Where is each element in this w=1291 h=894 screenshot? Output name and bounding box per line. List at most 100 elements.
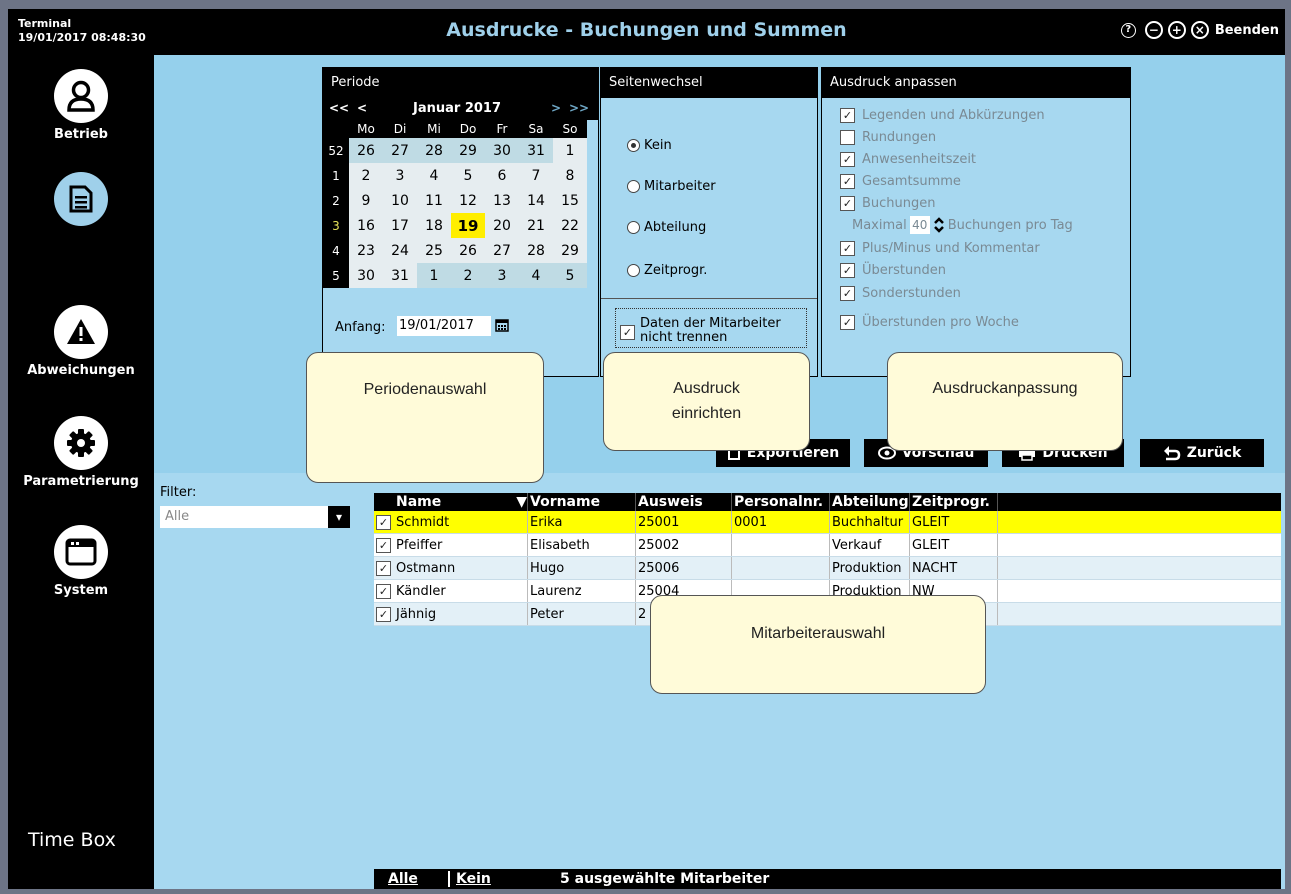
table-row[interactable]: ✓ Schmidt Erika 25001 0001 Buchhaltur GL… [374,511,1281,534]
sidebar-item-abweichungen[interactable]: Abweichungen [8,305,154,378]
spinner-icon[interactable] [933,217,945,233]
option-anwesenheit[interactable]: ✓ Anwesenheitszeit [840,152,976,167]
option-ueberstunden-woche[interactable]: ✓ Überstunden pro Woche [840,315,1019,330]
calendar-day[interactable]: 28 [519,238,553,263]
table-row[interactable]: ✓ Pfeiffer Elisabeth 25002 Verkauf GLEIT [374,534,1281,557]
calendar-day[interactable]: 27 [383,138,417,163]
row-checkbox[interactable]: ✓ [374,511,394,533]
calendar-day[interactable]: 24 [383,238,417,263]
back-button[interactable]: Zurück [1140,439,1264,467]
calendar-first-button[interactable]: << [329,101,349,115]
calendar-icon[interactable] [495,318,509,332]
option-plusminus[interactable]: ✓ Plus/Minus und Kommentar [840,241,1040,256]
row-checkbox[interactable]: ✓ [374,603,394,625]
table-row[interactable]: ✓ Ostmann Hugo 25006 Produktion NACHT [374,557,1281,580]
calendar-day[interactable]: 29 [553,238,587,263]
calendar-day[interactable]: 5 [553,263,587,288]
exit-button[interactable]: Beenden [1215,23,1279,38]
week-number[interactable]: 5 [323,263,349,288]
calendar-day[interactable]: 21 [519,213,553,238]
calendar-day[interactable]: 20 [485,213,519,238]
option-ueberstunden[interactable]: ✓ Überstunden [840,263,946,278]
calendar-day[interactable]: 30 [349,263,383,288]
radio-abteilung[interactable]: Abteilung [627,220,706,235]
calendar-day[interactable]: 30 [485,138,519,163]
calendar-day[interactable]: 8 [553,163,587,188]
sidebar-item-betrieb[interactable]: Betrieb [8,69,154,142]
option-legenden[interactable]: ✓ Legenden und Abkürzungen [840,108,1045,123]
help-icon[interactable]: ? [1120,22,1136,38]
calendar-prev-button[interactable]: < [357,101,367,115]
callout-ausdruck-einrichten: Ausdruck einrichten [603,352,810,451]
row-checkbox[interactable]: ✓ [374,534,394,556]
week-number[interactable]: 3 [323,213,349,238]
calendar-day[interactable]: 4 [519,263,553,288]
filter-select[interactable]: Alle ▾ [160,506,350,528]
max-bookings-input[interactable]: 40 [909,216,930,234]
week-number[interactable]: 1 [323,163,349,188]
calendar-day[interactable]: 25 [417,238,451,263]
nosplit-checkbox[interactable]: ✓ Daten der Mitarbeiter nicht trennen [615,308,807,348]
select-none-link[interactable]: Kein [448,871,491,887]
radio-kein[interactable]: Kein [627,138,672,153]
chevron-down-icon[interactable]: ▾ [328,506,350,528]
zoom-out-icon[interactable]: − [1144,21,1163,39]
calendar-day[interactable]: 4 [417,163,451,188]
sidebar-item-ausdrucke[interactable] [8,172,154,226]
sidebar-item-system[interactable]: System [8,525,154,598]
calendar-day[interactable]: 28 [417,138,451,163]
calendar-day[interactable]: 1 [417,263,451,288]
calendar-day[interactable]: 2 [451,263,485,288]
calendar-day[interactable]: 18 [417,213,451,238]
calendar-day[interactable]: 17 [383,213,417,238]
calendar-day[interactable]: 27 [485,238,519,263]
column-header-ausweis[interactable]: Ausweis [636,493,732,511]
calendar-day-selected[interactable]: 19 [451,213,485,238]
week-number[interactable]: 52 [323,138,349,163]
calendar-day[interactable]: 16 [349,213,383,238]
start-date-input[interactable]: 19/01/2017 [397,316,491,336]
week-number[interactable]: 2 [323,188,349,213]
calendar-next-button[interactable]: > [551,101,561,115]
calendar-day[interactable]: 6 [485,163,519,188]
calendar-day[interactable]: 31 [383,263,417,288]
option-sonderstunden[interactable]: ✓ Sonderstunden [840,286,961,301]
calendar-day[interactable]: 9 [349,188,383,213]
calendar-day[interactable]: 31 [519,138,553,163]
option-rundungen[interactable]: Rundungen [840,130,936,145]
calendar-day[interactable]: 7 [519,163,553,188]
column-header-zeitprogr[interactable]: Zeitprogr. [910,493,998,511]
calendar-day[interactable]: 2 [349,163,383,188]
option-gesamt[interactable]: ✓ Gesamtsumme [840,174,961,189]
calendar-day[interactable]: 11 [417,188,451,213]
calendar-last-button[interactable]: >> [569,101,589,115]
calendar-day[interactable]: 12 [451,188,485,213]
column-header-personalnr[interactable]: Personalnr. [732,493,830,511]
calendar-day[interactable]: 10 [383,188,417,213]
column-header-vorname[interactable]: Vorname [528,493,636,511]
option-buchungen[interactable]: ✓ Buchungen [840,196,936,211]
week-number[interactable]: 4 [323,238,349,263]
calendar-day[interactable]: 23 [349,238,383,263]
calendar-day[interactable]: 26 [451,238,485,263]
radio-mitarbeiter[interactable]: Mitarbeiter [627,179,716,194]
calendar-day[interactable]: 14 [519,188,553,213]
select-all-link[interactable]: Alle [388,871,418,887]
zoom-in-icon[interactable]: + [1167,21,1186,39]
column-header-abteilung[interactable]: Abteilung [830,493,910,511]
calendar-day[interactable]: 13 [485,188,519,213]
column-header-name[interactable]: Name ▼ [394,493,528,511]
calendar-day[interactable]: 15 [553,188,587,213]
calendar-day[interactable]: 1 [553,138,587,163]
close-icon[interactable]: × [1190,21,1209,39]
calendar-day[interactable]: 26 [349,138,383,163]
calendar-day[interactable]: 22 [553,213,587,238]
calendar-day[interactable]: 3 [383,163,417,188]
calendar-day[interactable]: 5 [451,163,485,188]
calendar-day[interactable]: 3 [485,263,519,288]
radio-zeitprogr[interactable]: Zeitprogr. [627,263,707,278]
calendar-day[interactable]: 29 [451,138,485,163]
row-checkbox[interactable]: ✓ [374,580,394,602]
row-checkbox[interactable]: ✓ [374,557,394,579]
sidebar-item-parametrierung[interactable]: Parametrierung [8,416,154,489]
